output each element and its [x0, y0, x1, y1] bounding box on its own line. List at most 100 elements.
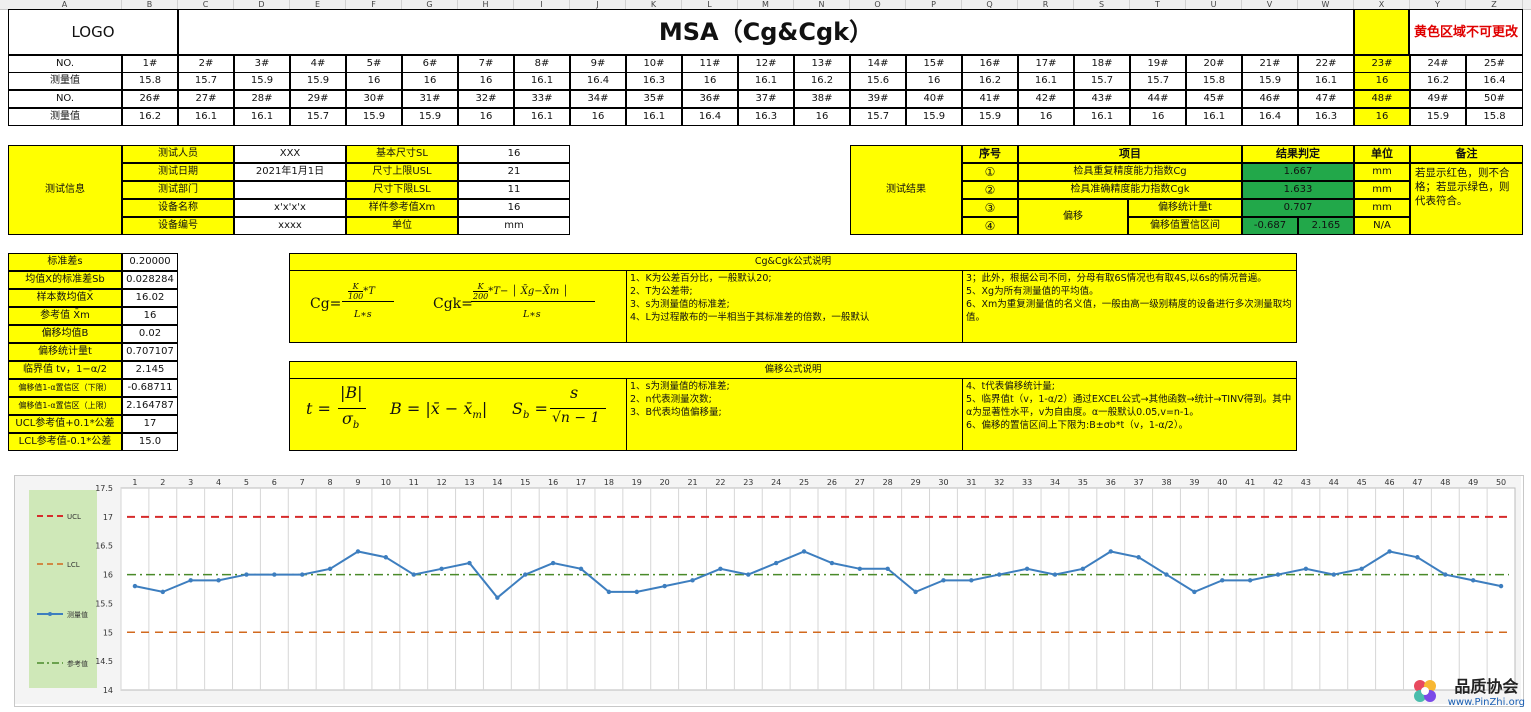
value-row-1-cell[interactable]: 15.9	[234, 72, 290, 90]
no-row-2-cell[interactable]: 42#	[1018, 90, 1074, 108]
no-row-2-cell[interactable]: 39#	[850, 90, 906, 108]
info-value[interactable]: 2021年1月1日	[234, 163, 346, 181]
no-row-1-cell[interactable]: 10#	[626, 55, 682, 73]
no-row-2-cell[interactable]: 43#	[1074, 90, 1130, 108]
no-row-1-cell[interactable]: 15#	[906, 55, 962, 73]
value-row-2-cell[interactable]: 16.4	[1242, 108, 1298, 126]
no-row-2-cell[interactable]: 26#	[122, 90, 178, 108]
value-row-2-cell[interactable]: 15.9	[962, 108, 1018, 126]
no-row-1-cell[interactable]: 11#	[682, 55, 738, 73]
no-row-1-cell[interactable]: 22#	[1298, 55, 1354, 73]
value-row-1-cell[interactable]: 16.1	[1018, 72, 1074, 90]
value-row-2-cell[interactable]: 16	[1130, 108, 1186, 126]
value-row-2-cell[interactable]: 15.7	[850, 108, 906, 126]
col-header-R[interactable]: R	[1018, 0, 1074, 9]
col-header-P[interactable]: P	[906, 0, 962, 9]
no-row-1-cell[interactable]: 3#	[234, 55, 290, 73]
col-header-N[interactable]: N	[794, 0, 850, 9]
no-row-2-cell[interactable]: 40#	[906, 90, 962, 108]
no-row-2-cell[interactable]: 49#	[1410, 90, 1466, 108]
value-row-2-cell[interactable]: 16	[570, 108, 626, 126]
no-row-2-cell[interactable]: 28#	[234, 90, 290, 108]
no-row-1-cell[interactable]: 23#	[1354, 55, 1410, 73]
no-row-1-cell[interactable]: 20#	[1186, 55, 1242, 73]
col-header-F[interactable]: F	[346, 0, 402, 9]
no-row-2-cell[interactable]: 30#	[346, 90, 402, 108]
no-row-1-cell[interactable]: 17#	[1018, 55, 1074, 73]
no-row-2-cell[interactable]: 31#	[402, 90, 458, 108]
no-row-2-cell[interactable]: 44#	[1130, 90, 1186, 108]
info-value-2[interactable]: 16	[458, 199, 570, 217]
no-row-2-cell[interactable]: 33#	[514, 90, 570, 108]
no-row-2-cell[interactable]: 38#	[794, 90, 850, 108]
col-header-C[interactable]: C	[178, 0, 234, 9]
value-row-2-cell[interactable]: 15.7	[290, 108, 346, 126]
value-row-1-cell[interactable]: 15.7	[1130, 72, 1186, 90]
col-header-U[interactable]: U	[1186, 0, 1242, 9]
value-row-1-cell[interactable]: 15.8	[122, 72, 178, 90]
no-row-2-cell[interactable]: 50#	[1466, 90, 1523, 108]
no-row-2-cell[interactable]: 47#	[1298, 90, 1354, 108]
col-header-Q[interactable]: Q	[962, 0, 1018, 9]
value-row-2-cell[interactable]: 16	[1018, 108, 1074, 126]
no-row-1-cell[interactable]: 14#	[850, 55, 906, 73]
value-row-1-cell[interactable]: 15.9	[1242, 72, 1298, 90]
no-row-1-cell[interactable]: 13#	[794, 55, 850, 73]
no-row-2-cell[interactable]: 37#	[738, 90, 794, 108]
no-row-1-cell[interactable]: 9#	[570, 55, 626, 73]
col-header-S[interactable]: S	[1074, 0, 1130, 9]
col-header-G[interactable]: G	[402, 0, 458, 9]
value-row-2-cell[interactable]: 16	[794, 108, 850, 126]
value-row-1-cell[interactable]: 16.3	[626, 72, 682, 90]
value-row-1-cell[interactable]: 16.4	[570, 72, 626, 90]
info-value-2[interactable]: 21	[458, 163, 570, 181]
no-row-2-cell[interactable]: 36#	[682, 90, 738, 108]
value-row-1-cell[interactable]: 16	[682, 72, 738, 90]
value-row-2-cell[interactable]: 16.4	[682, 108, 738, 126]
no-row-1-cell[interactable]: 7#	[458, 55, 514, 73]
value-row-2-cell[interactable]: 16	[1354, 108, 1410, 126]
value-row-1-cell[interactable]: 16.2	[1410, 72, 1466, 90]
col-header-M[interactable]: M	[738, 0, 794, 9]
no-row-2-cell[interactable]: 32#	[458, 90, 514, 108]
no-row-1-cell[interactable]: 25#	[1466, 55, 1523, 73]
value-row-2-cell[interactable]: 16.1	[1074, 108, 1130, 126]
no-row-1-cell[interactable]: 6#	[402, 55, 458, 73]
no-row-2-cell[interactable]: 34#	[570, 90, 626, 108]
info-value-2[interactable]: 16	[458, 145, 570, 163]
no-row-1-cell[interactable]: 24#	[1410, 55, 1466, 73]
col-header-I[interactable]: I	[514, 0, 570, 9]
no-row-1-cell[interactable]: 19#	[1130, 55, 1186, 73]
col-header-V[interactable]: V	[1242, 0, 1298, 9]
value-row-1-cell[interactable]: 16.1	[1298, 72, 1354, 90]
col-header-A[interactable]: A	[8, 0, 122, 9]
value-row-2-cell[interactable]: 16.1	[178, 108, 234, 126]
no-row-2-cell[interactable]: 35#	[626, 90, 682, 108]
col-header-Z[interactable]: Z	[1466, 0, 1523, 9]
no-row-1-cell[interactable]: 5#	[346, 55, 402, 73]
measurement-chart[interactable]: 1 2 3 4 5 6 7 8 9 10 11 12 13 14 15 16 17 18 19 20 21 22 23 24 2…	[14, 475, 1524, 707]
no-row-1-cell[interactable]: 8#	[514, 55, 570, 73]
value-row-2-cell[interactable]: 16.1	[1186, 108, 1242, 126]
no-row-1-cell[interactable]: 12#	[738, 55, 794, 73]
no-row-2-cell[interactable]: 27#	[178, 90, 234, 108]
col-header-L[interactable]: L	[682, 0, 738, 9]
col-header-W[interactable]: W	[1298, 0, 1354, 9]
no-row-1-cell[interactable]: 2#	[178, 55, 234, 73]
value-row-1-cell[interactable]: 15.6	[850, 72, 906, 90]
value-row-1-cell[interactable]: 15.7	[1074, 72, 1130, 90]
value-row-1-cell[interactable]: 15.7	[178, 72, 234, 90]
value-row-2-cell[interactable]: 16.1	[234, 108, 290, 126]
value-row-1-cell[interactable]: 16	[346, 72, 402, 90]
value-row-2-cell[interactable]: 15.8	[1466, 108, 1523, 126]
col-header-Y[interactable]: Y	[1410, 0, 1466, 9]
value-row-2-cell[interactable]: 15.9	[402, 108, 458, 126]
value-row-1-cell[interactable]: 16.1	[514, 72, 570, 90]
value-row-1-cell[interactable]: 16	[1354, 72, 1410, 90]
value-row-2-cell[interactable]: 16.1	[514, 108, 570, 126]
value-row-1-cell[interactable]: 16.2	[794, 72, 850, 90]
no-row-2-cell[interactable]: 48#	[1354, 90, 1410, 108]
col-header-D[interactable]: D	[234, 0, 290, 9]
value-row-1-cell[interactable]: 16.2	[962, 72, 1018, 90]
info-value[interactable]	[234, 181, 346, 199]
